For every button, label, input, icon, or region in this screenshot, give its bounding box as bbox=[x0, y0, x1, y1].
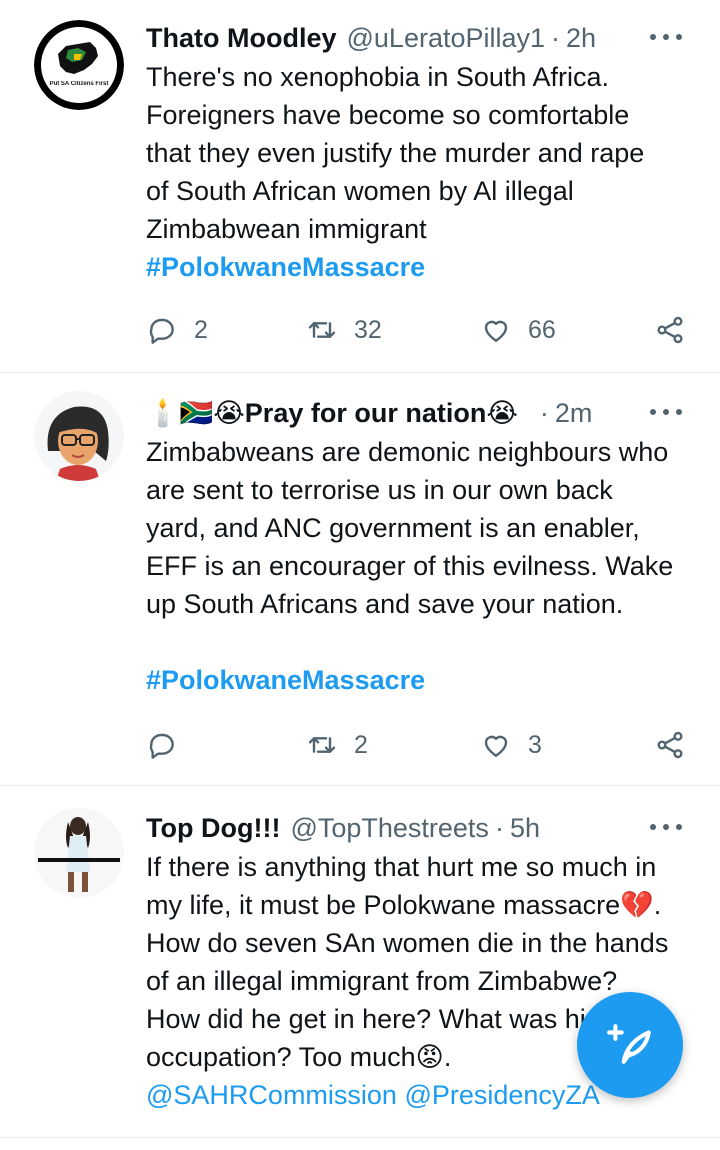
tweet-actions: 2 3 bbox=[146, 725, 694, 765]
text-line: Zimbabweans are demonic neighbours who bbox=[146, 437, 669, 467]
name-emoji-suffix: 😭 bbox=[486, 397, 518, 428]
reply-icon bbox=[149, 318, 174, 344]
compose-icon bbox=[607, 1024, 651, 1064]
text-line: are sent to terrorise us in our own back bbox=[146, 475, 613, 505]
share-button[interactable] bbox=[654, 310, 686, 350]
more-icon[interactable] bbox=[646, 397, 686, 427]
reply-button[interactable] bbox=[146, 725, 178, 765]
compose-tweet-button[interactable] bbox=[577, 992, 683, 1098]
tweet[interactable]: Put SA Citizens First Thato Moodley @uLe… bbox=[0, 0, 720, 373]
tweet-header: Top Dog!!! @TopThestreets · 5h bbox=[146, 808, 692, 848]
text-line: Zimbabwean immigrant bbox=[146, 214, 427, 244]
like-count: 66 bbox=[528, 315, 556, 344]
text-line: up South Africans and save your nation. bbox=[146, 589, 624, 619]
tweet-header: 🕯️🇿🇦😭 Pray for our nation 😭 · 2m bbox=[146, 393, 692, 433]
text-line: yard, and ANC government is an enabler, bbox=[146, 513, 640, 543]
like-icon bbox=[484, 320, 508, 342]
retweet-count: 32 bbox=[354, 315, 382, 344]
share-icon bbox=[657, 731, 683, 759]
retweet-count: 2 bbox=[354, 730, 368, 759]
tweet[interactable]: 🕯️🇿🇦😭 Pray for our nation 😭 · 2m Zimbabw… bbox=[0, 373, 720, 786]
avatar-caption: Put SA Citizens First bbox=[49, 81, 109, 87]
reply-icon bbox=[149, 733, 174, 759]
avatar[interactable] bbox=[34, 391, 124, 481]
avatar[interactable] bbox=[34, 808, 124, 898]
text-line: How do seven SAn women die in the hands bbox=[146, 928, 669, 958]
text-line: my life, it must be Polokwane massacre💔. bbox=[146, 890, 662, 920]
retweet-button[interactable]: 32 bbox=[306, 310, 382, 350]
user-handle[interactable]: @uLeratoPillay1 bbox=[347, 23, 546, 54]
separator: · bbox=[551, 22, 561, 53]
reply-count: 2 bbox=[194, 315, 208, 344]
display-name[interactable]: Pray for our nation bbox=[245, 398, 487, 429]
timestamp[interactable]: 2m bbox=[555, 398, 593, 429]
retweet-icon bbox=[308, 737, 336, 753]
more-icon[interactable] bbox=[646, 812, 686, 842]
retweet-button[interactable]: 2 bbox=[306, 725, 368, 765]
share-icon bbox=[657, 316, 683, 344]
text-line: There's no xenophobia in South Africa. bbox=[146, 62, 609, 92]
text-line: that they even justify the murder and ra… bbox=[146, 138, 645, 168]
text-line: of South African women by Al illegal bbox=[146, 176, 574, 206]
like-icon bbox=[484, 735, 508, 757]
like-button[interactable]: 66 bbox=[480, 310, 556, 350]
user-handle[interactable]: @TopThestreets bbox=[290, 813, 489, 844]
reply-button[interactable]: 2 bbox=[146, 310, 208, 350]
separator: · bbox=[494, 812, 504, 843]
display-name[interactable]: Thato Moodley bbox=[146, 23, 337, 54]
text-line: EFF is an encourager of this evilness. W… bbox=[146, 551, 674, 581]
tweet-header: Thato Moodley @uLeratoPillay1 · 2h bbox=[146, 18, 692, 58]
like-count: 3 bbox=[528, 730, 542, 759]
tweet-text: There's no xenophobia in South Africa. F… bbox=[146, 58, 692, 248]
text-line: Foreigners have become so comfortable bbox=[146, 100, 630, 130]
display-name[interactable]: Top Dog!!! bbox=[146, 813, 280, 844]
hashtag-link[interactable]: #PolokwaneMassacre bbox=[146, 661, 692, 699]
timestamp[interactable]: 5h bbox=[510, 813, 540, 844]
text-line: of an illegal immigrant from Zimbabwe? bbox=[146, 966, 618, 996]
name-emoji-prefix: 🕯️🇿🇦😭 bbox=[146, 398, 245, 428]
timestamp[interactable]: 2h bbox=[566, 23, 596, 54]
avatar[interactable]: Put SA Citizens First bbox=[34, 20, 124, 110]
tweet-actions: 2 32 66 bbox=[146, 310, 694, 350]
text-line: If there is anything that hurt me so muc… bbox=[146, 852, 657, 882]
more-icon[interactable] bbox=[646, 22, 686, 52]
like-button[interactable]: 3 bbox=[480, 725, 542, 765]
hashtag-link[interactable]: #PolokwaneMassacre bbox=[146, 248, 692, 286]
share-button[interactable] bbox=[654, 725, 686, 765]
tweet-text: Zimbabweans are demonic neighbours who a… bbox=[146, 433, 692, 623]
retweet-icon bbox=[308, 322, 336, 338]
separator: · bbox=[539, 397, 549, 428]
